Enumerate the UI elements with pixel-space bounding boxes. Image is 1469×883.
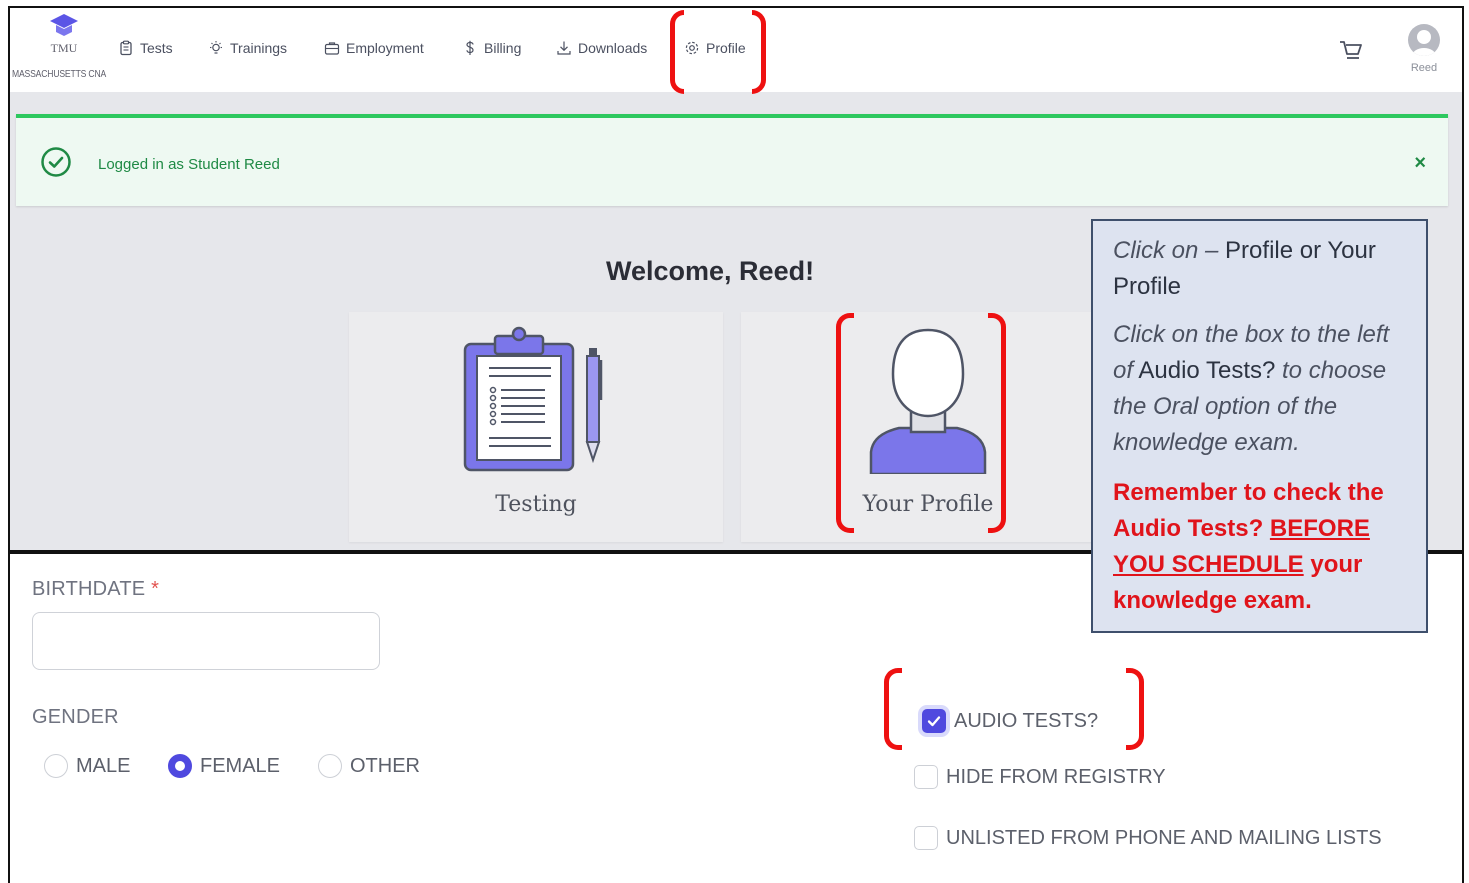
- nav-billing[interactable]: Billing: [462, 40, 521, 56]
- nav-tests-label: Tests: [140, 40, 173, 56]
- welcome-title: Welcome, Reed!: [606, 256, 815, 286]
- nav-tests[interactable]: Tests: [118, 40, 173, 56]
- gender-other-label: OTHER: [350, 754, 420, 777]
- hide-from-registry-checkbox[interactable]: HIDE FROM REGISTRY: [914, 765, 1166, 789]
- nav-downloads[interactable]: Downloads: [556, 40, 647, 56]
- nav-downloads-label: Downloads: [578, 40, 648, 56]
- clipboard-icon: [120, 40, 132, 56]
- person-icon: [869, 328, 987, 474]
- your-profile-card-label: Your Profile: [862, 492, 994, 517]
- birthdate-label: BIRTHDATE *: [32, 578, 159, 601]
- callout-step-1: Click on – Profile or Your Profile: [1113, 233, 1412, 305]
- logo-text: TMU: [50, 41, 78, 55]
- gender-other-radio[interactable]: OTHER: [318, 754, 420, 778]
- radio-circle: [318, 754, 342, 778]
- radio-circle: [44, 754, 68, 778]
- cart-button[interactable]: [1338, 38, 1364, 69]
- nav-billing-label: Billing: [484, 40, 522, 56]
- nav-profile[interactable]: Profile: [684, 40, 746, 56]
- lightbulb-icon: [210, 41, 222, 54]
- testing-card[interactable]: Testing: [349, 312, 723, 542]
- highlight-bracket-right: [752, 10, 766, 94]
- graduation-cap-icon: [50, 14, 78, 36]
- highlight-bracket-left: [836, 313, 854, 533]
- instruction-callout: Click on – Profile or Your Profile Click…: [1091, 219, 1428, 633]
- user-name: Reed: [1410, 62, 1438, 74]
- your-profile-card[interactable]: Your Profile: [741, 312, 1115, 542]
- alert-message: Logged in as Student Reed: [98, 156, 280, 173]
- nav-trainings-label: Trainings: [230, 40, 288, 56]
- hide-from-registry-label: HIDE FROM REGISTRY: [946, 765, 1166, 788]
- top-navbar: TMU MASSACHUSETTS CNA Tests Trainings Em…: [10, 8, 1462, 92]
- cart-icon: [1340, 41, 1362, 59]
- callout-step-1-italic: Click on –: [1113, 237, 1219, 264]
- gender-female-label: FEMALE: [200, 754, 281, 777]
- checkmark-icon: [927, 716, 941, 727]
- dollar-icon: [466, 40, 474, 55]
- birthdate-label-text: BIRTHDATE: [32, 578, 146, 600]
- callout-step-2: Click on the box to the left of Audio Te…: [1113, 317, 1412, 461]
- highlight-bracket-left: [670, 10, 684, 94]
- checkbox: [914, 826, 938, 850]
- clipboard-pen-icon: [463, 326, 603, 472]
- birthdate-input[interactable]: [32, 612, 380, 670]
- briefcase-icon: [324, 42, 340, 55]
- highlight-bracket-right: [988, 313, 1006, 533]
- avatar: [1408, 24, 1440, 56]
- check-circle-icon: [41, 147, 71, 177]
- checkbox-checked: [922, 709, 946, 733]
- gender-female-radio[interactable]: FEMALE: [168, 754, 280, 778]
- gender-male-label: MALE: [76, 754, 131, 777]
- callout-warning: Remember to check the Audio Tests? BEFOR…: [1113, 475, 1412, 619]
- nav-trainings[interactable]: Trainings: [208, 40, 287, 56]
- nav-employment-label: Employment: [346, 40, 424, 56]
- gender-label: GENDER: [32, 706, 119, 728]
- radio-circle-selected: [168, 754, 192, 778]
- logo-state: MASSACHUSETTS CNA: [12, 69, 107, 80]
- gear-icon: [685, 41, 699, 55]
- audio-tests-checkbox[interactable]: AUDIO TESTS?: [922, 709, 1098, 733]
- callout-step-2-text: Audio Tests?: [1138, 357, 1276, 384]
- highlight-bracket-right: [1126, 668, 1144, 750]
- login-alert: Logged in as Student Reed ×: [16, 114, 1448, 206]
- unlisted-label: UNLISTED FROM PHONE AND MAILING LISTS: [946, 826, 1382, 849]
- audio-tests-label: AUDIO TESTS?: [954, 709, 1099, 732]
- gender-male-radio[interactable]: MALE: [44, 754, 130, 778]
- nav-profile-label: Profile: [706, 40, 746, 56]
- alert-close-button[interactable]: ×: [1414, 152, 1426, 175]
- checkbox: [914, 765, 938, 789]
- nav-employment[interactable]: Employment: [324, 40, 424, 56]
- highlight-bracket-left: [884, 668, 902, 750]
- testing-card-label: Testing: [495, 492, 577, 517]
- unlisted-checkbox[interactable]: UNLISTED FROM PHONE AND MAILING LISTS: [914, 826, 1382, 850]
- download-icon: [557, 41, 571, 55]
- user-menu[interactable]: Reed: [1402, 24, 1446, 74]
- required-mark: *: [151, 578, 160, 600]
- logo[interactable]: TMU MASSACHUSETTS CNA: [12, 12, 116, 84]
- user-silhouette-icon: [1412, 30, 1436, 56]
